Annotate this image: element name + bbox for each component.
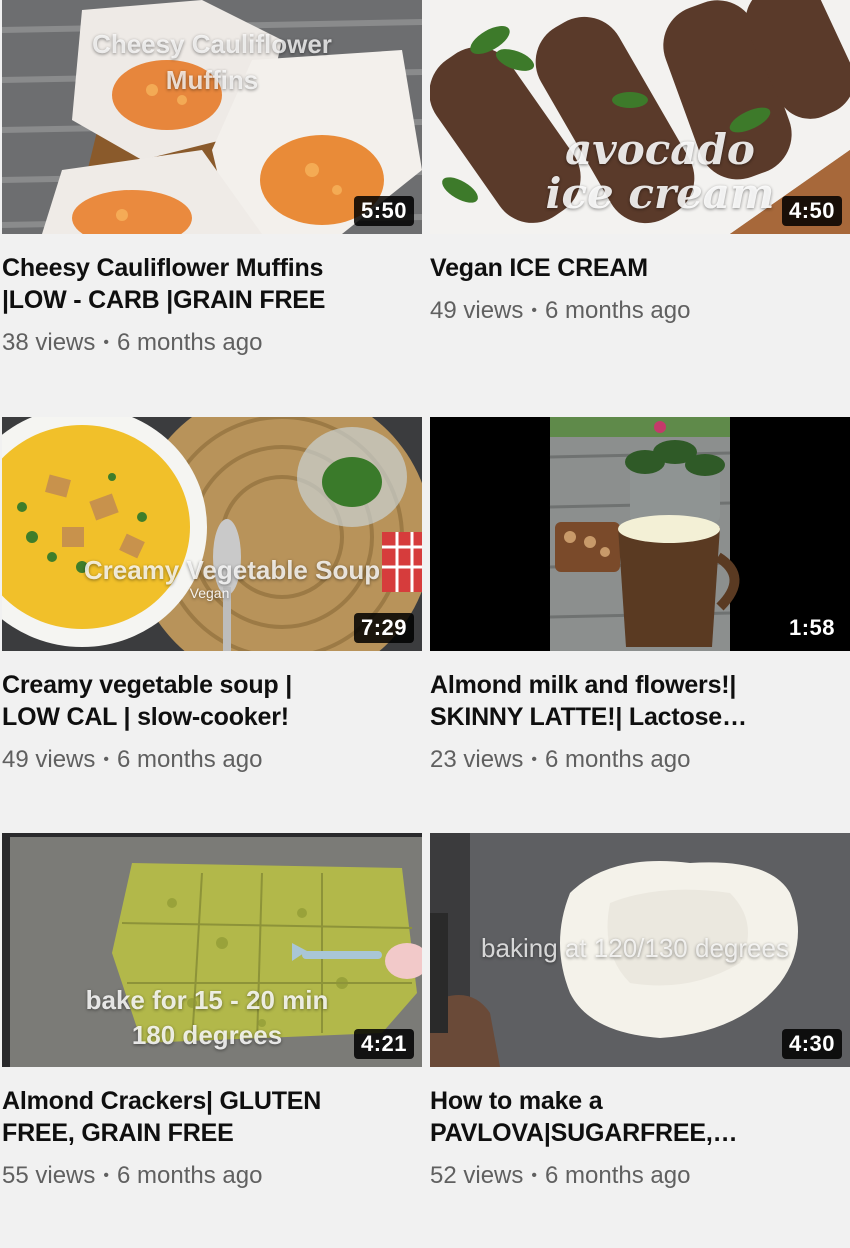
duration-badge: 5:50 bbox=[353, 196, 414, 226]
video-title[interactable]: Creamy vegetable soup | LOW CAL | slow-c… bbox=[2, 669, 422, 733]
view-count: 49 views bbox=[430, 297, 524, 324]
meta-separator: • bbox=[531, 1167, 537, 1184]
video-title[interactable]: Almond Crackers| GLUTEN FREE, GRAIN FREE bbox=[2, 1085, 422, 1149]
video-meta: 49 views • 6 months ago bbox=[430, 296, 850, 326]
meta-separator: • bbox=[531, 302, 537, 319]
video-thumbnail[interactable]: Cheesy Cauliflower Muffins 5:50 bbox=[2, 0, 422, 234]
meta-separator: • bbox=[531, 751, 537, 768]
meta-separator: • bbox=[103, 751, 109, 768]
video-card[interactable]: bake for 15 - 20 min 180 degrees 4:21 Al… bbox=[2, 833, 422, 1191]
video-title[interactable]: How to make a PAVLOVA|SUGARFREE,… bbox=[430, 1085, 850, 1149]
view-count: 49 views bbox=[2, 746, 96, 773]
video-card[interactable]: 1:58 Almond milk and flowers!| SKINNY LA… bbox=[430, 417, 850, 775]
duration-badge: 4:21 bbox=[353, 1029, 414, 1059]
upload-age: 6 months ago bbox=[544, 297, 691, 324]
duration-badge: 1:58 bbox=[781, 613, 842, 643]
video-meta: 55 views • 6 months ago bbox=[2, 1161, 422, 1191]
video-meta: 49 views • 6 months ago bbox=[2, 745, 422, 775]
view-count: 55 views bbox=[2, 1162, 96, 1189]
meta-separator: • bbox=[103, 334, 109, 351]
video-thumbnail[interactable]: 1:58 bbox=[430, 417, 850, 651]
duration-badge: 4:50 bbox=[781, 196, 842, 226]
upload-age: 6 months ago bbox=[116, 1162, 263, 1189]
upload-age: 6 months ago bbox=[544, 1162, 691, 1189]
video-card[interactable]: Creamy Vegetable Soup Vegan 7:29 Creamy … bbox=[2, 417, 422, 775]
video-grid: Cheesy Cauliflower Muffins 5:50 Cheesy C… bbox=[0, 0, 850, 1248]
duration-badge: 7:29 bbox=[353, 613, 414, 643]
view-count: 23 views bbox=[430, 746, 524, 773]
video-title[interactable]: Almond milk and flowers!| SKINNY LATTE!|… bbox=[430, 669, 850, 733]
view-count: 38 views bbox=[2, 329, 96, 356]
video-thumbnail[interactable]: baking at 120/130 degrees 4:30 bbox=[430, 833, 850, 1067]
video-meta: 52 views • 6 months ago bbox=[430, 1161, 850, 1191]
video-card[interactable]: Cheesy Cauliflower Muffins 5:50 Cheesy C… bbox=[2, 0, 422, 358]
upload-age: 6 months ago bbox=[116, 746, 263, 773]
view-count: 52 views bbox=[430, 1162, 524, 1189]
upload-age: 6 months ago bbox=[116, 329, 263, 356]
video-title[interactable]: Vegan ICE CREAM bbox=[430, 252, 850, 284]
video-meta: 23 views • 6 months ago bbox=[430, 745, 850, 775]
video-thumbnail[interactable]: Creamy Vegetable Soup Vegan 7:29 bbox=[2, 417, 422, 651]
video-meta: 38 views • 6 months ago bbox=[2, 328, 422, 358]
video-thumbnail[interactable]: bake for 15 - 20 min 180 degrees 4:21 bbox=[2, 833, 422, 1067]
meta-separator: • bbox=[103, 1167, 109, 1184]
duration-badge: 4:30 bbox=[781, 1029, 842, 1059]
video-title[interactable]: Cheesy Cauliflower Muffins |LOW - CARB |… bbox=[2, 252, 422, 316]
upload-age: 6 months ago bbox=[544, 746, 691, 773]
video-thumbnail[interactable]: avocado ice cream 4:50 bbox=[430, 0, 850, 234]
video-card[interactable]: avocado ice cream 4:50 Vegan ICE CREAM 4… bbox=[430, 0, 850, 326]
video-card[interactable]: baking at 120/130 degrees 4:30 How to ma… bbox=[430, 833, 850, 1191]
